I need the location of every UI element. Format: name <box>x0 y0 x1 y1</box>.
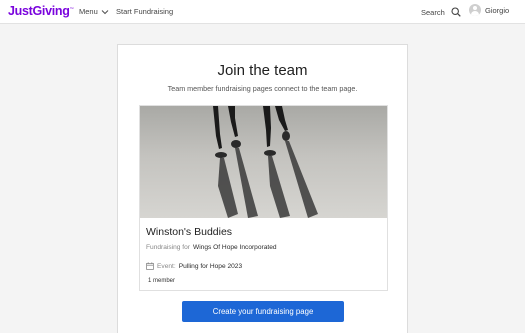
event-name: Pulling for Hope 2023 <box>178 262 243 270</box>
search-button[interactable]: Search <box>421 7 461 17</box>
user-account-menu[interactable]: Giorgio <box>469 4 509 16</box>
team-card: Winston's Buddies Fundraising for Wings … <box>139 105 388 291</box>
user-name: Giorgio <box>485 5 510 15</box>
join-team-panel: Join the team Team member fundraising pa… <box>117 44 408 333</box>
event-row: Event: Pulling for Hope 2023 <box>146 262 242 270</box>
team-cover-photo <box>140 106 387 218</box>
create-fundraising-page-button[interactable]: Create your fundraising page <box>182 301 344 322</box>
justgiving-logo[interactable]: JustGiving™ <box>8 4 74 18</box>
member-count: 1 member <box>148 278 176 284</box>
menu-label: Menu <box>79 7 98 16</box>
page-subtitle: Team member fundraising pages connect to… <box>167 84 358 93</box>
fundraising-for-label: Fundraising for <box>146 244 190 251</box>
calendar-icon <box>146 262 154 270</box>
search-label: Search <box>421 7 445 17</box>
logo-trademark: ™ <box>69 5 74 11</box>
search-icon <box>451 7 461 17</box>
user-avatar-icon <box>469 4 481 16</box>
event-label: Event: <box>157 262 176 270</box>
menu-button[interactable]: Menu <box>79 7 109 16</box>
logo-text: JustGiving <box>8 4 70 18</box>
chevron-down-icon <box>101 9 109 14</box>
page-title: Join the team <box>217 62 308 79</box>
team-name: Winston's Buddies <box>146 226 233 238</box>
charity-name: Wings Of Hope Incorporated <box>192 244 277 251</box>
start-fundraising-link[interactable]: Start Fundraising <box>116 7 173 16</box>
fundraising-for-row: Fundraising for Wings Of Hope Incorporat… <box>146 244 277 251</box>
top-navigation-bar: JustGiving™ Menu Start Fundraising Searc… <box>0 0 525 24</box>
